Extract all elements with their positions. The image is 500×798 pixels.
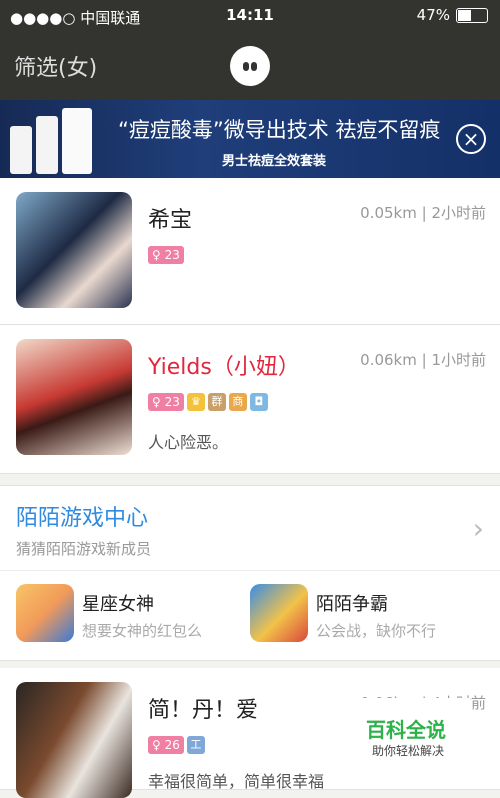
distance-time: 0.06km | 1小时前 [360, 351, 486, 369]
watermark-title: 百科全说 [366, 718, 446, 742]
avatar[interactable] [16, 339, 132, 455]
close-icon[interactable]: × [456, 124, 486, 154]
filter-button[interactable]: 筛选(女) [14, 50, 97, 82]
group-badge: 群 [207, 393, 226, 411]
game-center-title: 陌陌游戏中心 [16, 506, 149, 531]
age-badge: ♀ 23 [148, 246, 184, 264]
user-name: Yields（小妞） [148, 355, 300, 380]
game-center-subtitle: 猜猜陌陌游戏新成员 [16, 540, 152, 558]
battery-percent: 47% [416, 6, 450, 24]
user-signature: 幸福很简单，简单很幸福 [148, 772, 325, 791]
battery-icon [456, 7, 488, 23]
user-name: 希宝 [148, 208, 193, 233]
banner-headline: “痘痘酸毒”微导出技术 祛痘不留痕 [118, 118, 441, 142]
ad-banner[interactable]: “痘痘酸毒”微导出技术 祛痘不留痕 男士祛痘全效套装 × [0, 100, 500, 178]
age-badge: ♀ 26 [148, 736, 184, 754]
distance-time: 0.05km | 2小时前 [360, 204, 486, 222]
game-name: 星座女神 [82, 594, 154, 615]
user-card[interactable]: 希宝 0.05km | 2小时前 ♀ 23 [0, 178, 500, 325]
badges: ♀ 23 [148, 246, 184, 264]
game-name: 陌陌争霸 [316, 594, 388, 615]
merchant-badge: 商 [228, 393, 247, 411]
game-desc: 想要女神的红包么 [82, 622, 203, 640]
age-badge: ♀ 23 [148, 393, 184, 411]
crown-icon: ♛ [186, 393, 205, 411]
watermark-logo: 百科全说 助你轻松解决 [348, 698, 470, 768]
chevron-right-icon[interactable]: › [473, 512, 484, 545]
banner-subtitle: 男士祛痘全效套装 [222, 154, 327, 169]
badges: ♀ 26 工 [148, 736, 205, 754]
watermark-sub: 助你轻松解决 [372, 744, 445, 758]
avatar[interactable] [16, 192, 132, 308]
game-icon [250, 584, 308, 642]
nav-bar: 筛选(女) [0, 32, 500, 100]
badges: ♀ 23 ♛ 群 商 ◘ [148, 393, 268, 411]
avatar[interactable] [16, 682, 132, 798]
momo-logo-icon[interactable] [230, 46, 270, 86]
status-right: 47% [417, 6, 488, 24]
product-image [10, 106, 105, 174]
user-name: 简！丹！爱 [148, 698, 259, 723]
divider [0, 570, 500, 571]
work-badge: 工 [186, 736, 205, 754]
user-card[interactable]: Yields（小妞） 0.06km | 1小时前 ♀ 23 ♛ 群 商 ◘ 人心… [0, 325, 500, 474]
user-signature: 人心险恶。 [148, 433, 229, 452]
game-center[interactable]: 陌陌游戏中心 猜猜陌陌游戏新成员 › 星座女神 想要女神的红包么 陌陌争霸 公会… [0, 485, 500, 661]
chat-badge-icon: ◘ [249, 393, 268, 411]
game-desc: 公会战，缺你不行 [316, 622, 437, 640]
status-bar: ●●●●○ 中国联通 14:11 47% [0, 0, 500, 32]
game-icon [16, 584, 74, 642]
